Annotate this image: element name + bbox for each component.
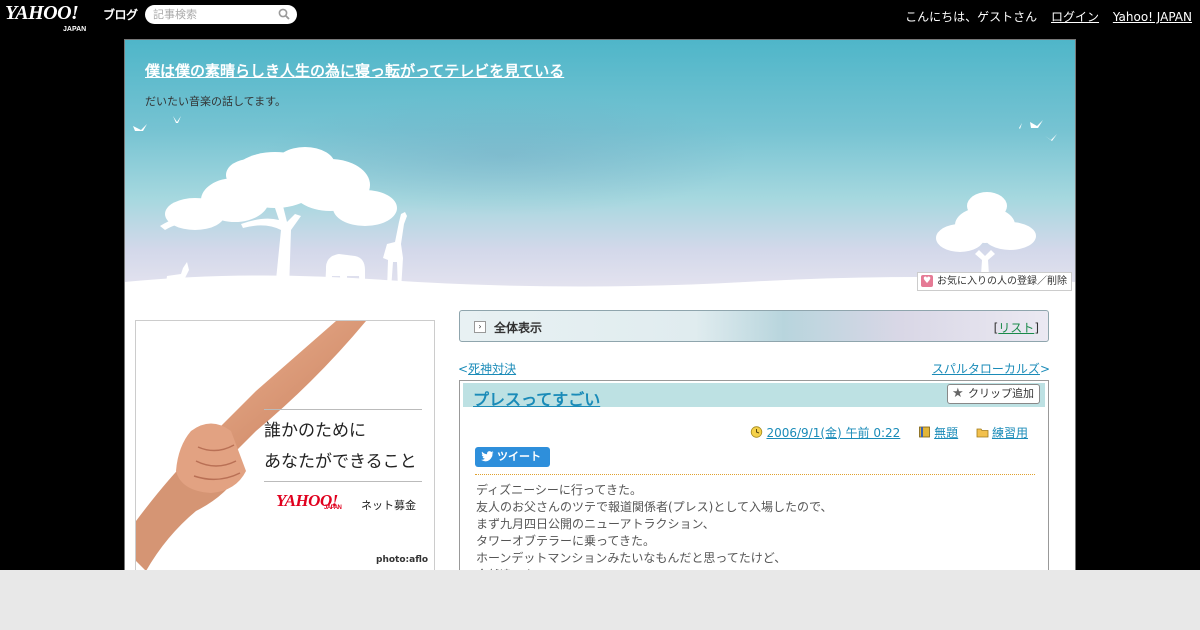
clip-button-label: クリップ追加 [968, 387, 1034, 400]
folder-icon [976, 428, 989, 438]
article: プレスってすごい ★ クリップ追加 2006/9/1(金) 午前 0:22 無題… [459, 380, 1049, 580]
all-view-label[interactable]: 全体表示 [494, 319, 542, 336]
blog-description: だいたい音楽の話してます。 [145, 95, 287, 108]
heart-icon [921, 273, 933, 290]
article-body-line: まず九月四日公開のニューアトラクション、 [476, 517, 715, 531]
greeting-text: こんにちは、ゲストさん [905, 10, 1038, 24]
search-box [145, 5, 297, 24]
ad-message-line1: 誰かのために [264, 421, 366, 441]
next-article-nav: スパルタローカルズ> [932, 360, 1050, 377]
search-icon[interactable] [278, 8, 290, 20]
ad-divider-bottom [264, 481, 422, 482]
header-savanna-illustration [125, 116, 1075, 296]
article-meta: 2006/9/1(金) 午前 0:22 無題 練習用 [750, 424, 1028, 441]
article-theme-link[interactable]: 無題 [934, 426, 958, 440]
logo-blog: ブログ [103, 8, 138, 22]
prev-arrow: < [458, 362, 469, 376]
article-category-link[interactable]: 練習用 [992, 426, 1028, 440]
meta-divider [475, 474, 1035, 475]
ad-campaign: ネット募金 [361, 499, 416, 512]
prev-article-nav: <死神対決 [458, 360, 516, 377]
next-article-link[interactable]: スパルタローカルズ [932, 362, 1040, 376]
star-icon: ★ [952, 386, 964, 401]
login-link[interactable]: ログイン [1051, 10, 1099, 24]
twitter-bird-icon [481, 451, 494, 462]
list-link[interactable]: リスト [998, 321, 1034, 335]
tweet-button[interactable]: ツイート [475, 447, 550, 467]
list-bracket-close: ] [1034, 321, 1039, 335]
article-body-line: 友人のお父さんのツテで報道関係者(プレス)として入場したので、 [476, 500, 833, 514]
book-icon [919, 426, 931, 438]
top-navigation: こんにちは、ゲストさん ログイン Yahoo! JAPAN [905, 8, 1192, 25]
clip-add-button[interactable]: ★ クリップ追加 [947, 384, 1040, 404]
ad-message: 誰かのために あなたができること [264, 416, 417, 478]
logo-sub: JAPAN [63, 26, 87, 33]
article-body-line: ディズニーシーに行ってきた。 [476, 483, 642, 497]
next-arrow: > [1039, 362, 1050, 376]
favorite-button-label: お気に入りの人の登録／削除 [937, 276, 1067, 287]
blog-frame: 僕は僕の素晴らしき人生の為に寝っ転がってテレビを見ている だいたい音楽の話してま… [125, 40, 1075, 580]
net-donation-ad[interactable]: 誰かのために あなたができること YAHOO! JAPAN ネット募金 phot… [135, 320, 435, 580]
ad-divider-top [264, 409, 422, 410]
search-input[interactable] [153, 7, 273, 22]
ad-message-line2: あなたができること [264, 452, 417, 472]
article-body-line: タワーオブテラーに乗ってきた。 [476, 534, 656, 548]
arrow-right-icon: › [474, 321, 486, 333]
yahoo-blog-logo[interactable]: YAHOO! JAPAN ブログ [5, 3, 138, 33]
article-title[interactable]: プレスってすごい [473, 386, 600, 410]
article-date-link[interactable]: 2006/9/1(金) 午前 0:22 [766, 426, 900, 440]
page-bottom-bar [0, 570, 1200, 630]
photo-credit: photo:aflo [376, 555, 429, 565]
yahoo-japan-logo: YAHOO! JAPAN [276, 491, 342, 511]
favorite-register-button[interactable]: お気に入りの人の登録／削除 [917, 272, 1072, 291]
all-view-bar: › 全体表示 [リスト] [459, 310, 1049, 342]
article-body: ディズニーシーに行ってきた。 友人のお父さんのツテで報道関係者(プレス)として入… [476, 482, 833, 580]
blog-header: 僕は僕の素晴らしき人生の為に寝っ転がってテレビを見ている だいたい音楽の話してま… [125, 40, 1075, 296]
clock-icon [751, 426, 763, 438]
tweet-button-label: ツイート [497, 450, 541, 463]
ad-brand-sub: JAPAN [324, 505, 342, 511]
yahoo-japan-link[interactable]: Yahoo! JAPAN [1113, 10, 1192, 24]
article-body-line: ホーンデットマンションみたいなもんだと思ってたけど、 [476, 551, 787, 565]
list-link-wrap: [リスト] [994, 319, 1039, 336]
prev-article-link[interactable]: 死神対決 [468, 362, 516, 376]
blog-title[interactable]: 僕は僕の素晴らしき人生の為に寝っ転がってテレビを見ている [145, 60, 564, 81]
article-title-bar: プレスってすごい ★ クリップ追加 [463, 383, 1045, 410]
